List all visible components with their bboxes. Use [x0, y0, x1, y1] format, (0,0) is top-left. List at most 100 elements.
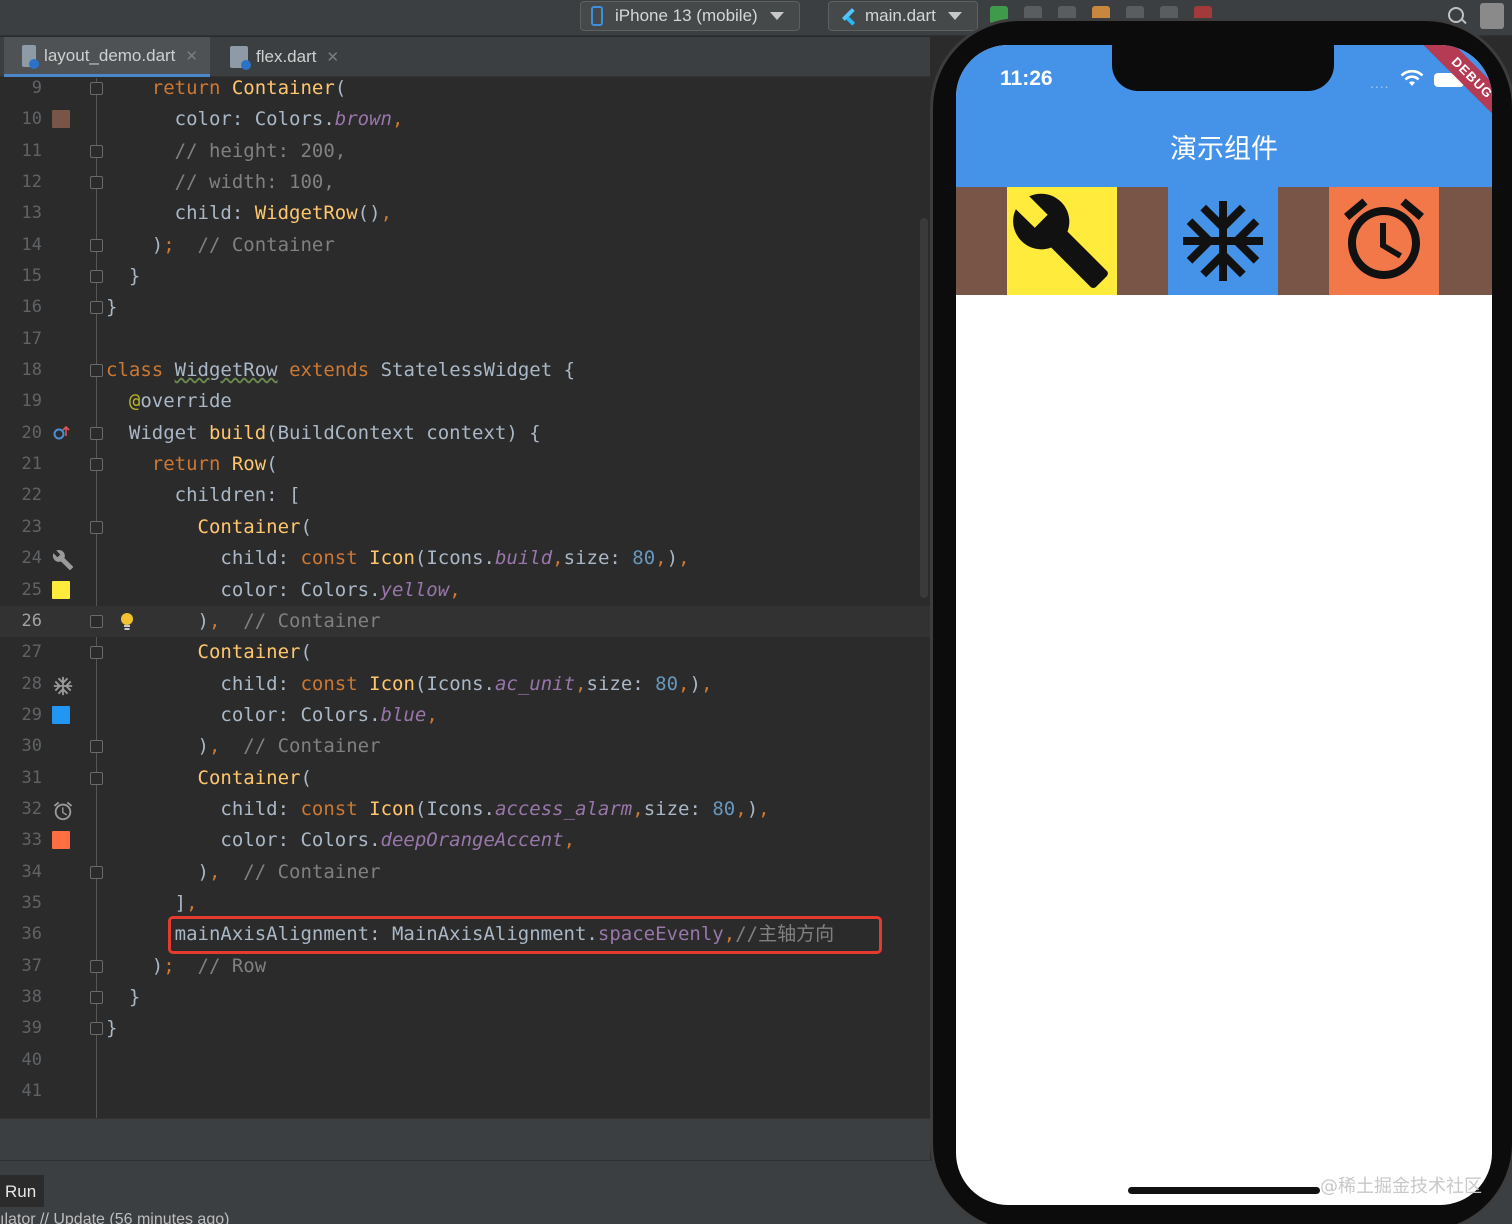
run-tab[interactable]: Run [0, 1175, 44, 1207]
code-text: color: Colors.yellow, [106, 578, 461, 601]
code-line: 10 color: Colors.brown, [0, 104, 930, 135]
phone-icon [591, 6, 603, 26]
code-line: 33 color: Colors.deepOrangeAccent, [0, 825, 930, 856]
editor-footer [0, 1118, 930, 1160]
line-number: 14 [21, 234, 42, 255]
color-swatch-blue[interactable] [52, 705, 70, 724]
snowflake-icon [1183, 201, 1263, 281]
code-line: 32 child: const Icon(Icons.access_alarm,… [0, 794, 930, 825]
color-swatch-yellow[interactable] [52, 580, 70, 599]
code-line: 39} [0, 1013, 930, 1044]
deep-orange-container [1329, 187, 1439, 295]
chevron-down-icon [947, 12, 962, 20]
fold-marker-icon[interactable] [90, 646, 103, 660]
line-number: 25 [21, 579, 42, 600]
code-text: ); // Container [106, 233, 335, 256]
fold-marker-icon[interactable] [90, 990, 103, 1004]
line-number: 18 [21, 360, 42, 381]
code-text: Container( [197, 515, 312, 538]
code-line: 27 Container( [0, 637, 930, 668]
code-text: } [106, 265, 141, 288]
chevron-down-icon [769, 12, 784, 20]
yellow-container [1007, 187, 1117, 295]
wrench-icon [52, 549, 74, 571]
wifi-icon [1400, 69, 1424, 87]
line-number: 24 [21, 548, 42, 569]
line-number: 29 [21, 704, 42, 725]
snowflake-icon [52, 675, 73, 695]
code-text: return Row( [151, 453, 278, 476]
code-line: 40 [0, 1045, 930, 1076]
line-number: 17 [21, 328, 42, 349]
override-marker-icon[interactable] [52, 424, 70, 442]
line-number: 26 [21, 610, 42, 631]
code-line-current: 26 ), // Container [0, 605, 930, 638]
fold-marker-icon[interactable] [90, 520, 103, 534]
fold-marker-icon[interactable] [90, 865, 103, 879]
code-text: Container( [197, 766, 312, 789]
fold-marker-icon[interactable] [90, 238, 103, 252]
color-swatch-deep-orange[interactable] [52, 831, 70, 850]
phone-screen[interactable]: 11:26 .... DEBUG 演示组件 [956, 45, 1492, 1205]
code-line: 14 ); // Container [0, 230, 930, 261]
close-icon[interactable]: ✕ [326, 48, 339, 66]
code-text: ), // Container [106, 609, 381, 632]
fold-marker-icon[interactable] [90, 144, 103, 158]
tab-flex[interactable]: flex.dart ✕ [212, 37, 352, 77]
line-number: 35 [21, 892, 42, 913]
device-selector-label: iPhone 13 (mobile) [615, 6, 758, 25]
code-line: 22 children: [ [0, 480, 930, 511]
app-bar-title: 演示组件 [1170, 134, 1278, 165]
avatar[interactable] [1480, 3, 1504, 29]
line-number: 33 [21, 830, 42, 851]
code-text: child: const Icon(Icons.access_alarm,siz… [106, 797, 770, 820]
fold-marker-icon[interactable] [90, 176, 103, 189]
line-number: 38 [21, 986, 42, 1007]
code-text: child: const Icon(Icons.build,size: 80,)… [106, 547, 690, 570]
code-line: 25 color: Colors.yellow, [0, 575, 930, 606]
fold-marker-icon[interactable] [90, 301, 103, 315]
code-line: 37 ); // Row [0, 951, 930, 982]
code-editor[interactable]: 9 return Container( 10 color: Colors.bro… [0, 78, 930, 1118]
line-number: 11 [21, 140, 42, 161]
line-number: 37 [21, 955, 42, 976]
close-icon[interactable]: ✕ [185, 47, 198, 65]
run-config-selector[interactable]: main.dart [828, 1, 978, 31]
device-selector[interactable]: iPhone 13 (mobile) [580, 1, 800, 31]
dart-file-icon [230, 46, 251, 70]
fold-marker-icon[interactable] [90, 82, 103, 95]
code-text: ], [106, 891, 198, 914]
code-text: ); // Row [106, 954, 267, 977]
home-indicator[interactable] [1128, 1187, 1320, 1194]
code-text: class WidgetRow extends StatelessWidget … [106, 359, 576, 382]
code-text: ), // Container [106, 735, 381, 758]
code-text: color: Colors.deepOrangeAccent, [106, 829, 576, 852]
line-number: 9 [31, 78, 42, 98]
code-text: color: Colors.brown, [106, 108, 404, 131]
code-text: children: [ [106, 484, 301, 507]
color-swatch-brown[interactable] [52, 110, 70, 129]
fold-marker-icon[interactable] [90, 771, 103, 785]
fold-marker-icon[interactable] [90, 364, 103, 378]
line-number: 21 [21, 454, 42, 475]
fold-marker-icon[interactable] [90, 270, 103, 284]
editor-scrollbar[interactable] [920, 218, 928, 598]
line-number: 12 [21, 172, 42, 192]
blue-container [1168, 187, 1278, 295]
line-number: 10 [21, 109, 42, 130]
fold-marker-icon[interactable] [90, 458, 103, 472]
code-line: 21 return Row( [0, 449, 930, 480]
code-text: Container( [197, 641, 312, 664]
code-text: ), // Container [106, 860, 381, 883]
fold-marker-icon[interactable] [90, 740, 103, 754]
code-text: // width: 100, [106, 171, 335, 193]
code-line: 24 child: const Icon(Icons.build,size: 8… [0, 543, 930, 574]
fold-marker-icon[interactable] [90, 1022, 103, 1036]
code-text: } [106, 985, 141, 1008]
flutter-icon [839, 6, 857, 26]
fold-marker-icon[interactable] [90, 614, 103, 628]
tab-layout-demo[interactable]: layout_demo.dart ✕ [4, 37, 210, 77]
fold-marker-icon[interactable] [90, 426, 103, 440]
code-text: color: Colors.blue, [106, 703, 438, 726]
fold-marker-icon[interactable] [90, 959, 103, 973]
